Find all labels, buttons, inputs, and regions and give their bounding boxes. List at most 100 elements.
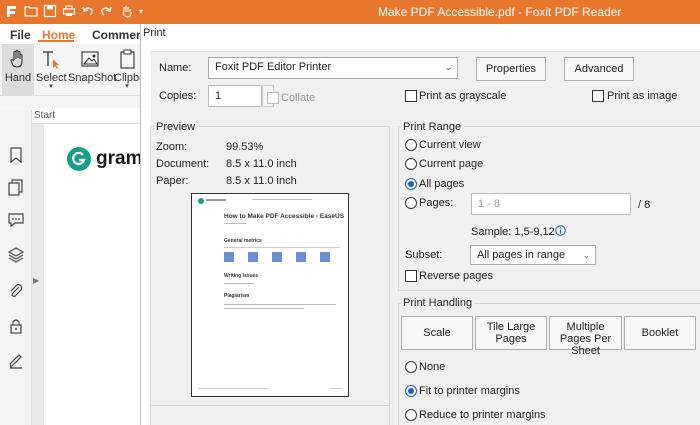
- hand-button[interactable]: Hand: [2, 44, 34, 96]
- info-icon[interactable]: [555, 225, 566, 236]
- hand-button-label: Hand: [4, 72, 32, 84]
- document-page: gramm: [44, 124, 159, 425]
- pages-label: Pages:: [419, 197, 454, 209]
- hand-icon: [10, 49, 23, 68]
- name-label: Name:: [159, 62, 192, 74]
- printer-select[interactable]: Foxit PDF Editor Printer ⌄: [208, 57, 458, 79]
- multiple-pages-button[interactable]: Multiple Pages Per Sheet: [549, 316, 622, 357]
- active-tab-indicator: [38, 40, 74, 42]
- preview-page: How to Make PDF Accessible - EaseUS Gene…: [191, 193, 349, 397]
- print-icon[interactable]: [61, 4, 76, 19]
- preview-writing-line: [224, 283, 254, 284]
- snapshot-button-label: SnapShot: [68, 72, 117, 84]
- hand-tool-icon[interactable]: [119, 4, 134, 19]
- current-page-label: Current page: [419, 158, 484, 170]
- start-tab[interactable]: Start: [32, 108, 140, 124]
- reduce-to-margins-radio[interactable]: [405, 409, 417, 421]
- layers-icon[interactable]: [7, 246, 25, 264]
- select-text-icon: [43, 51, 59, 69]
- paper-size-label: Paper:: [156, 175, 189, 187]
- select-button[interactable]: Select ▾: [36, 44, 67, 96]
- preview-section-writing: Writing Issues: [224, 273, 259, 279]
- current-view-radio[interactable]: [405, 139, 417, 151]
- printer-name: Foxit PDF Editor Printer: [215, 61, 332, 73]
- lock-icon[interactable]: [7, 317, 25, 335]
- tab-file[interactable]: File: [10, 28, 31, 42]
- clipboard-icon: [120, 49, 135, 69]
- preview-plag-line-1: [224, 304, 336, 305]
- preview-separator: [150, 405, 390, 406]
- properties-button[interactable]: Properties: [476, 57, 546, 81]
- grammarly-logo-icon: [67, 147, 91, 171]
- print-as-image-checkbox[interactable]: [592, 90, 604, 102]
- booklet-button[interactable]: Booklet: [624, 316, 696, 350]
- grayscale-label: Print as grayscale: [419, 90, 507, 102]
- expand-panel-icon[interactable]: ▶: [33, 276, 39, 285]
- sign-icon[interactable]: [7, 352, 25, 370]
- current-page-radio[interactable]: [405, 158, 417, 170]
- pages-radio[interactable]: [405, 197, 417, 209]
- tile-large-pages-button[interactable]: Tile Large Pages: [475, 316, 547, 350]
- all-pages-radio[interactable]: [405, 178, 417, 190]
- preview-byline: [224, 223, 246, 224]
- all-pages-label: All pages: [419, 178, 465, 190]
- chevron-down-icon: ⌄: [444, 62, 452, 72]
- pages-icon[interactable]: [7, 178, 25, 196]
- copies-input[interactable]: 1: [208, 85, 262, 107]
- comments-icon[interactable]: [7, 211, 25, 229]
- preview-divider: [224, 247, 340, 248]
- print-range-title: Print Range: [401, 121, 464, 133]
- snapshot-button[interactable]: SnapShot: [68, 44, 116, 96]
- start-tab-label: Start: [34, 110, 56, 121]
- pages-input[interactable]: 1 - 8: [471, 193, 631, 215]
- clipboard-dropdown-icon[interactable]: ▾: [114, 83, 140, 90]
- scale-none-label: None: [419, 361, 446, 373]
- subset-value: All pages in range: [477, 249, 566, 261]
- scale-tab-button[interactable]: Scale: [401, 316, 473, 350]
- title-bar: ▾ Make PDF Accessible.pdf - Foxit PDF Re…: [0, 0, 700, 24]
- collate-checkbox[interactable]: [267, 92, 279, 104]
- document-size-value: 8.5 x 11.0 inch: [226, 158, 297, 170]
- attachment-icon[interactable]: [7, 282, 25, 300]
- left-sidebar: ▶: [0, 110, 39, 425]
- fit-to-margins-label: Fit to printer margins: [419, 385, 520, 397]
- zoom-label: Zoom:: [156, 141, 188, 153]
- paper-size-value: 8.5 x 11.0 inch: [226, 175, 297, 187]
- preview-logo-icon: [198, 198, 204, 204]
- zoom-value: 99.53%: [226, 141, 264, 153]
- preview-footer-line: [198, 388, 268, 389]
- sample-text: Sample: 1,5-9,12: [471, 226, 555, 238]
- copies-label: Copies:: [159, 90, 197, 102]
- window-title: Make PDF Accessible.pdf - Foxit PDF Read…: [378, 5, 622, 19]
- dialog-title: Print: [143, 27, 166, 39]
- bookmark-icon[interactable]: [7, 146, 25, 164]
- preview-heading: How to Make PDF Accessible - EaseUS: [224, 213, 345, 220]
- preview-logo-line: [206, 199, 226, 201]
- customize-dropdown-icon[interactable]: ▾: [136, 4, 146, 19]
- scale-none-radio[interactable]: [405, 361, 417, 373]
- fit-to-margins-radio[interactable]: [405, 385, 417, 397]
- grayscale-checkbox[interactable]: [405, 90, 417, 102]
- preview-section-plagiarism: Plagiarism: [224, 293, 250, 299]
- preview-section-metrics: General metrics: [224, 238, 262, 244]
- current-view-label: Current view: [419, 139, 481, 151]
- reverse-pages-checkbox[interactable]: [405, 270, 417, 282]
- collate-label: Collate: [281, 92, 316, 104]
- foxit-logo-icon: [4, 4, 19, 19]
- preview-title: Preview: [154, 121, 198, 133]
- open-folder-icon[interactable]: [23, 4, 38, 19]
- subset-select[interactable]: All pages in range ⌄: [470, 245, 596, 265]
- advanced-button[interactable]: Advanced: [564, 57, 634, 81]
- undo-icon[interactable]: [80, 4, 95, 19]
- select-dropdown-icon[interactable]: ▾: [36, 83, 66, 90]
- save-icon[interactable]: [42, 4, 57, 19]
- preview-metrics-row: [224, 252, 340, 262]
- total-pages: / 8: [638, 199, 651, 211]
- subset-label: Subset:: [405, 249, 443, 261]
- chevron-down-icon: ⌄: [582, 250, 590, 260]
- print-handling-title: Print Handling: [401, 297, 475, 309]
- redo-icon[interactable]: [98, 4, 113, 19]
- ribbon-toolbar: Hand Select ▾ SnapShot Clipbo ▾: [0, 44, 140, 96]
- clipboard-button[interactable]: Clipbo ▾: [114, 44, 140, 96]
- document-size-label: Document:: [156, 158, 210, 170]
